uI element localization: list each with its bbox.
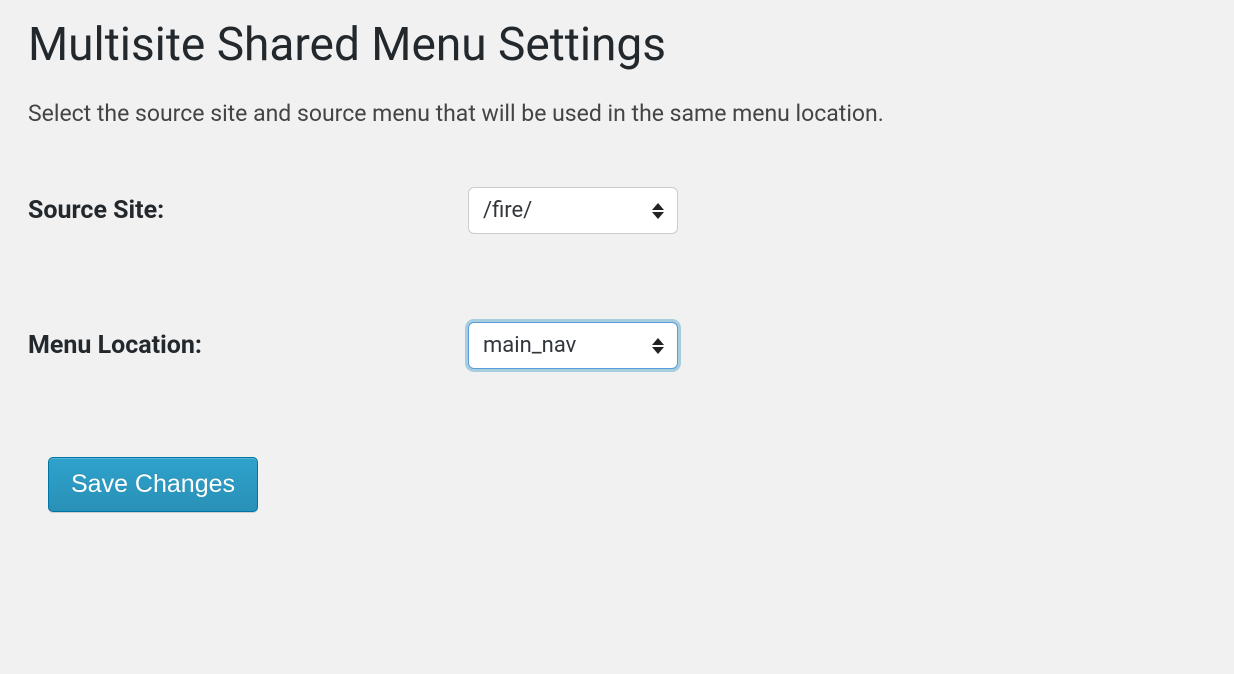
page-title: Multisite Shared Menu Settings — [28, 18, 1206, 72]
menu-location-select-wrap: main_nav — [468, 322, 678, 369]
source-site-row: Source Site: /fire/ — [28, 187, 1206, 234]
source-site-label: Source Site: — [28, 196, 468, 225]
save-button[interactable]: Save Changes — [48, 457, 258, 512]
source-site-select-wrap: /fire/ — [468, 187, 678, 234]
menu-location-row: Menu Location: main_nav — [28, 322, 1206, 369]
menu-location-label: Menu Location: — [28, 331, 468, 360]
source-site-select[interactable]: /fire/ — [468, 187, 678, 234]
menu-location-select[interactable]: main_nav — [468, 322, 678, 369]
page-description: Select the source site and source menu t… — [28, 100, 1206, 127]
